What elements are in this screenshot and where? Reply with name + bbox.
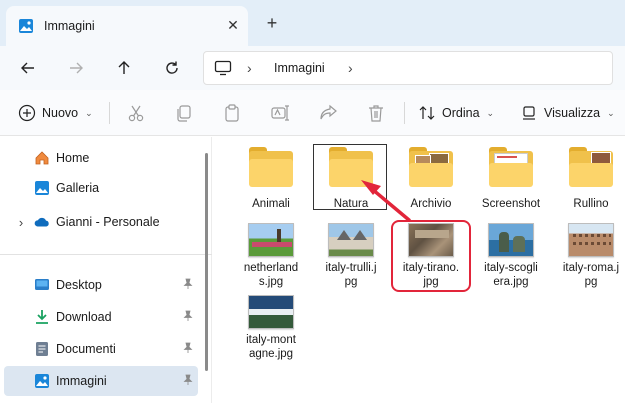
file-name: italy-mont agne.jpg <box>246 334 296 360</box>
folder-item[interactable]: Rullino <box>553 147 625 211</box>
view-button-label: Visualizza <box>544 106 601 120</box>
image-thumbnail <box>488 223 534 257</box>
share-icon[interactable] <box>318 103 338 123</box>
sort-button[interactable]: Ordina ⌄ <box>418 100 494 126</box>
home-icon <box>34 150 50 166</box>
toolbar-divider <box>404 102 405 124</box>
back-button[interactable] <box>14 54 42 82</box>
forward-button[interactable] <box>62 54 90 82</box>
folder-name: Rullino <box>573 198 609 210</box>
pin-icon[interactable] <box>182 342 194 354</box>
navigation-pane: Home Galleria › Gianni - Personale Deskt… <box>0 137 212 403</box>
sidebar-item-label: Desktop <box>56 278 102 292</box>
file-name: italy-roma.j pg <box>562 262 620 288</box>
sidebar-item-label: Home <box>56 151 90 165</box>
folder-icon <box>489 147 533 187</box>
paste-icon[interactable] <box>222 103 242 123</box>
folder-name: Animali <box>252 198 290 210</box>
image-thumbnail <box>328 223 374 257</box>
expand-chevron-icon[interactable]: › <box>14 214 28 230</box>
sidebar-item-desktop[interactable]: Desktop <box>4 270 198 300</box>
sidebar-scrollbar[interactable] <box>205 153 208 371</box>
image-file-item[interactable]: netherland s.jpg <box>233 223 309 289</box>
sidebar-item-gallery[interactable]: Galleria <box>4 173 198 203</box>
folder-name: Archivio <box>410 198 452 210</box>
sidebar-item-download[interactable]: Download <box>4 302 198 332</box>
new-button[interactable]: Nuovo ⌄ <box>18 100 93 126</box>
toolbar-divider <box>109 102 110 124</box>
desktop-icon <box>34 277 50 293</box>
monitor-icon <box>214 60 232 76</box>
sidebar-item-label: Immagini <box>56 374 107 388</box>
chevron-down-icon: ⌄ <box>607 107 615 118</box>
image-file-item[interactable]: italy-trulli.j pg <box>313 223 389 289</box>
copy-icon[interactable] <box>174 103 194 123</box>
file-name: italy-trulli.j pg <box>325 262 377 288</box>
image-thumbnail <box>568 223 614 257</box>
image-file-item[interactable]: italy-scogli era.jpg <box>473 223 549 289</box>
onedrive-icon <box>34 214 50 230</box>
sidebar-item-label: Documenti <box>56 342 116 356</box>
folder-item[interactable]: Screenshot <box>473 147 549 211</box>
view-button[interactable]: Visualizza ⌄ <box>520 100 615 126</box>
image-file-item[interactable]: italy-mont agne.jpg <box>233 295 309 361</box>
up-button[interactable] <box>110 54 138 82</box>
folder-name: Screenshot <box>481 198 541 210</box>
chevron-down-icon: ⌄ <box>85 107 93 118</box>
sidebar-item-pictures[interactable]: Immagini <box>4 366 198 396</box>
sidebar-item-documents[interactable]: Documenti <box>4 334 198 364</box>
refresh-button[interactable] <box>158 54 186 82</box>
sidebar-item-label: Download <box>56 310 112 324</box>
breadcrumb-chevron-icon[interactable]: › <box>247 60 252 76</box>
sidebar-item-home[interactable]: Home <box>4 143 198 173</box>
folder-icon <box>569 147 613 187</box>
folder-item[interactable]: Animali <box>233 147 309 211</box>
highlight-annotation <box>391 220 471 292</box>
new-button-label: Nuovo <box>42 106 79 120</box>
cut-icon[interactable] <box>126 103 146 123</box>
image-file-item[interactable]: italy-roma.j pg <box>553 223 625 289</box>
address-bar[interactable]: › Immagini › <box>203 51 613 85</box>
refresh-icon <box>166 61 178 74</box>
arrow-up-icon <box>118 61 130 74</box>
download-icon <box>34 309 50 325</box>
pin-icon[interactable] <box>182 310 194 322</box>
trash-icon[interactable] <box>366 103 386 123</box>
pin-icon[interactable] <box>182 278 194 290</box>
folder-icon <box>409 147 453 187</box>
pictures-icon <box>34 373 50 389</box>
new-tab-button[interactable]: + <box>262 14 282 34</box>
chevron-down-icon: ⌄ <box>486 107 495 118</box>
navigation-bar: › Immagini › <box>0 46 625 90</box>
image-thumbnail <box>248 295 294 329</box>
folder-icon <box>249 147 293 187</box>
sort-button-label: Ordina <box>442 106 480 120</box>
file-name: italy-scogli era.jpg <box>484 262 538 288</box>
file-name: netherland s.jpg <box>243 262 299 288</box>
pin-icon[interactable] <box>182 374 194 386</box>
breadcrumb-immagini[interactable]: Immagini <box>274 61 325 75</box>
tab-title: Immagini <box>44 19 95 33</box>
folder-item[interactable]: Archivio <box>393 147 469 211</box>
image-thumbnail <box>248 223 294 257</box>
gallery-icon <box>34 180 50 196</box>
folder-selection-outline <box>313 144 387 210</box>
view-icon <box>523 106 535 120</box>
arrow-right-icon <box>70 62 83 74</box>
arrow-left-icon <box>21 62 34 74</box>
rename-icon[interactable] <box>270 103 290 123</box>
pictures-icon <box>19 19 33 33</box>
breadcrumb-chevron-icon[interactable]: › <box>348 60 353 76</box>
sort-arrows-icon <box>419 106 435 120</box>
sidebar-item-onedrive[interactable]: › Gianni - Personale <box>4 207 198 237</box>
sidebar-divider <box>0 254 212 255</box>
plus-circle-icon <box>18 104 36 122</box>
sidebar-item-label: Gianni - Personale <box>56 215 160 229</box>
command-bar: Nuovo ⌄ Ordina ⌄ Visualizza ⌄ <box>0 90 625 136</box>
tab-immagini[interactable]: Immagini ✕ <box>6 6 248 46</box>
documents-icon <box>34 341 50 357</box>
title-bar: Immagini ✕ + <box>0 0 625 46</box>
close-tab-icon[interactable]: ✕ <box>224 16 242 34</box>
sidebar-item-label: Galleria <box>56 181 100 195</box>
